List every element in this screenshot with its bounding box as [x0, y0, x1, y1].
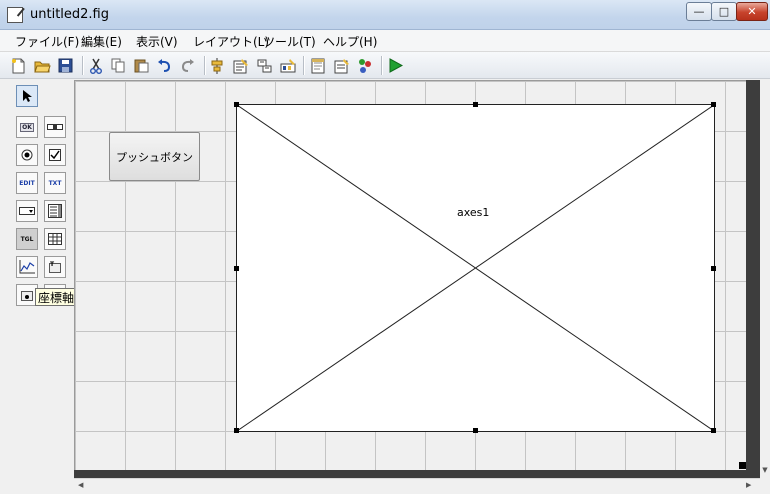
undo-icon[interactable] — [156, 57, 173, 74]
selection-handle[interactable] — [234, 102, 239, 107]
property-inspector-icon[interactable] — [333, 57, 350, 74]
toolbar — [0, 52, 770, 79]
tooltip: 座標軸 — [35, 288, 77, 306]
object-browser-icon[interactable] — [356, 57, 373, 74]
checkbox-tool-button[interactable] — [44, 144, 66, 166]
selection-handle[interactable] — [234, 428, 239, 433]
selection-handle[interactable] — [711, 102, 716, 107]
menu-file[interactable]: ファイル(F) — [15, 33, 79, 50]
axes-tool-button[interactable] — [16, 256, 38, 278]
copy-icon[interactable] — [110, 57, 127, 74]
figure-frame-bottom — [74, 470, 760, 478]
slider-tool-button[interactable] — [44, 116, 66, 138]
tab-order-icon[interactable] — [256, 57, 273, 74]
static-text-tool-button[interactable]: TXT — [44, 172, 66, 194]
save-icon[interactable] — [57, 57, 74, 74]
minimize-button[interactable]: — — [686, 2, 712, 21]
menu-view[interactable]: 表示(V) — [136, 33, 178, 50]
close-button[interactable]: ✕ — [736, 2, 768, 21]
scroll-right-arrow-icon[interactable]: ▶ — [746, 481, 756, 491]
component-palette: OK EDIT TXT TGL T — [0, 80, 74, 494]
open-folder-icon[interactable] — [34, 57, 51, 74]
push-button-tool-button[interactable]: OK — [16, 116, 38, 138]
new-file-icon[interactable] — [10, 57, 27, 74]
paste-icon[interactable] — [133, 57, 150, 74]
axes-placeholder-cross — [237, 105, 714, 431]
edit-text-tool-button[interactable]: EDIT — [16, 172, 38, 194]
title-bar[interactable] — [0, 0, 770, 30]
select-tool-button[interactable] — [16, 85, 38, 107]
selection-handle[interactable] — [711, 428, 716, 433]
run-icon[interactable] — [387, 57, 404, 74]
maximize-button[interactable]: □ — [711, 2, 737, 21]
mfile-editor-icon[interactable] — [310, 57, 327, 74]
window-title: untitled2.fig — [30, 7, 109, 22]
menu-editor-icon[interactable] — [232, 57, 249, 74]
align-icon[interactable] — [209, 57, 226, 74]
selection-handle[interactable] — [473, 102, 478, 107]
scroll-left-arrow-icon[interactable]: ◀ — [78, 481, 88, 491]
push-button-component[interactable]: プッシュボタン — [109, 132, 200, 181]
panel-tool-button[interactable]: T — [44, 256, 66, 278]
selection-handle[interactable] — [234, 266, 239, 271]
menu-help[interactable]: ヘルプ(H) — [323, 33, 377, 50]
redo-icon[interactable] — [179, 57, 196, 74]
radio-button-tool-button[interactable] — [16, 144, 38, 166]
toggle-button-tool-button[interactable]: TGL — [16, 228, 38, 250]
layout-canvas[interactable]: プッシュボタン axes1 — [74, 80, 746, 470]
menu-bar: ファイル(F) 編集(E) 表示(V) レイアウト(L) ツール(T) ヘルプ(… — [0, 30, 770, 52]
figure-icon — [7, 7, 23, 23]
cut-icon[interactable] — [87, 57, 104, 74]
selection-handle[interactable] — [711, 266, 716, 271]
menu-layout[interactable]: レイアウト(L) — [193, 33, 269, 50]
popup-menu-tool-button[interactable] — [16, 200, 38, 222]
listbox-tool-button[interactable] — [44, 200, 66, 222]
axes-component[interactable]: axes1 — [234, 102, 716, 433]
scroll-down-arrow-icon[interactable]: ▼ — [760, 464, 770, 476]
menu-tools[interactable]: ツール(T) — [263, 33, 316, 50]
table-tool-button[interactable] — [44, 228, 66, 250]
axes-label: axes1 — [457, 206, 490, 219]
figure-frame-right — [746, 80, 760, 470]
vertical-scrollbar[interactable] — [760, 80, 770, 480]
menu-edit[interactable]: 編集(E) — [81, 33, 122, 50]
selection-handle[interactable] — [473, 428, 478, 433]
toolbar-editor-icon[interactable] — [279, 57, 296, 74]
figure-resize-handle[interactable] — [739, 462, 746, 469]
horizontal-scrollbar[interactable] — [74, 478, 760, 494]
